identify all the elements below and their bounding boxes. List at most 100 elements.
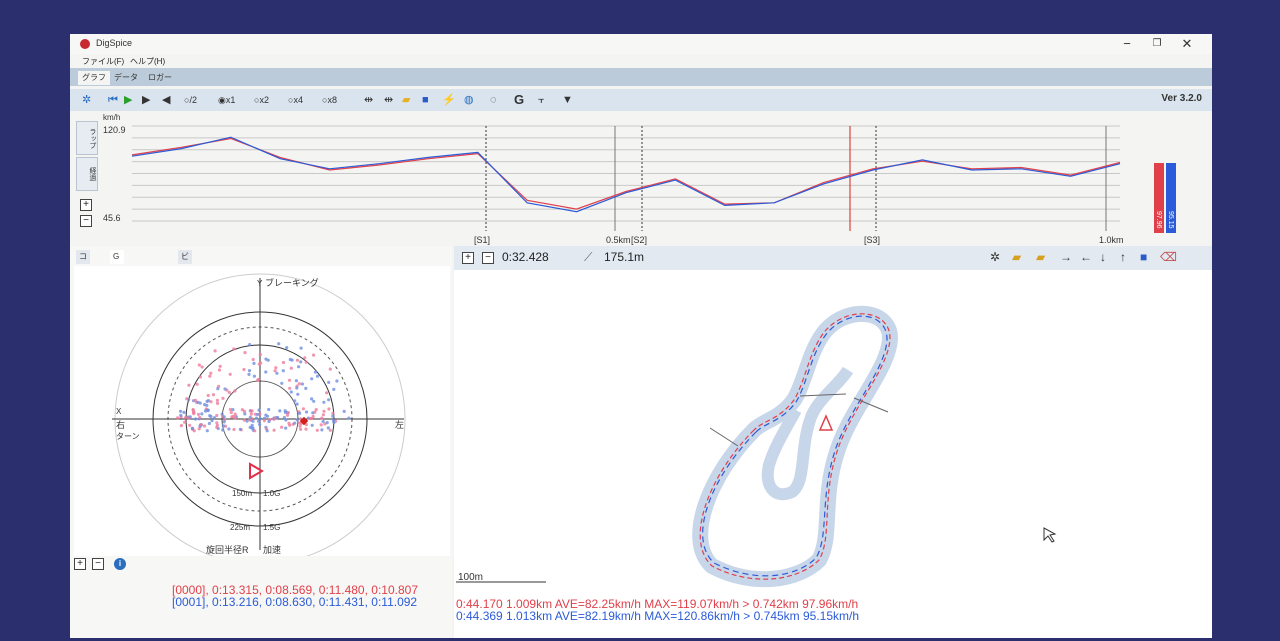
- g-button[interactable]: G: [514, 92, 524, 108]
- g-sample-dot: [327, 398, 331, 402]
- g-sample-dot: [289, 390, 293, 394]
- tab-course[interactable]: コース: [76, 250, 90, 289]
- g-sample-dot: [281, 360, 286, 365]
- g-sample-dot: [321, 413, 325, 417]
- g-sample-dot: [282, 416, 286, 420]
- map-toolbar: + − 0:32.428 ⟋ 175.1m ✲ ▰ ▰ → ← ↓ ↑ ■ ⌫: [454, 246, 1212, 270]
- speed-option-half[interactable]: ○/2: [184, 92, 197, 108]
- g-sample-dot: [299, 346, 303, 350]
- g-sample-dot: [284, 426, 288, 430]
- g-sample-dot: [298, 421, 302, 425]
- track-map[interactable]: 100m: [454, 270, 1212, 638]
- y-max-label: 120.9: [103, 125, 126, 135]
- folder-icon[interactable]: ▰: [1036, 250, 1045, 264]
- globe-icon[interactable]: ◍: [464, 92, 474, 108]
- tab-g-radius[interactable]: G / 旋回半径: [110, 250, 124, 331]
- menu-help[interactable]: ヘルプ(H): [130, 56, 165, 67]
- g-sample-dot: [276, 415, 280, 420]
- g-sample-dot: [299, 427, 303, 431]
- arrow-right-icon[interactable]: →: [1060, 250, 1072, 264]
- g-sample-dot: [332, 387, 336, 391]
- minimize-button[interactable]: −: [1112, 36, 1142, 52]
- g-sample-dot: [283, 410, 287, 414]
- g-sample-dot: [238, 427, 242, 431]
- step-forward-icon[interactable]: ▶: [142, 92, 150, 108]
- g-sample-dot: [293, 399, 297, 403]
- play-icon[interactable]: ▶: [124, 92, 132, 108]
- g-sample-dot: [222, 420, 226, 424]
- info-icon[interactable]: i: [114, 558, 126, 570]
- g-sample-dot: [232, 427, 236, 432]
- tab-video[interactable]: ビデオ: [178, 250, 192, 289]
- ruler-icon[interactable]: ⟋: [584, 250, 592, 265]
- g-sample-dot: [262, 419, 266, 423]
- save-icon[interactable]: ■: [422, 92, 429, 108]
- g-sample-dot: [293, 421, 297, 425]
- legend-blue-value: 95.15: [1167, 211, 1174, 229]
- lap-time: 0:32.428: [502, 250, 549, 264]
- g-sample-dot: [258, 417, 262, 421]
- step-back-icon[interactable]: ◀: [162, 92, 170, 108]
- g-sample-dot: [215, 398, 219, 402]
- g-sample-dot: [304, 427, 308, 431]
- g-sample-dot: [179, 424, 183, 428]
- tab-data[interactable]: データ: [110, 71, 142, 85]
- ring1-radius: 150m: [232, 489, 252, 498]
- maximize-button[interactable]: ❐: [1142, 36, 1172, 52]
- app-window: DigSpice − ❐ ✕ ファイル(F) ヘルプ(H) グラフ データ ロガ…: [70, 34, 1212, 638]
- sector-times-blue: [0001], 0:13.216, 0:08.630, 0:11.431, 0:…: [172, 595, 418, 609]
- g-circle-plot[interactable]: Y ブレーキング X 右 ターン 左 150m 1.0G 225m 1.5G 旋…: [74, 266, 450, 565]
- open-folder-icon[interactable]: ▰: [402, 92, 410, 108]
- g-zoom-out-icon[interactable]: −: [92, 558, 104, 570]
- g-sample-dot: [197, 363, 201, 367]
- g-sample-dot: [297, 382, 301, 386]
- marker-right-icon[interactable]: ⇹: [384, 92, 393, 108]
- g-sample-dot: [331, 414, 335, 418]
- close-button[interactable]: ✕: [1172, 36, 1202, 52]
- settings-icon[interactable]: ✲: [82, 92, 91, 108]
- g-sample-dot: [257, 408, 261, 412]
- sparkle-icon[interactable]: ✲: [990, 250, 1000, 264]
- g-sample-dot: [320, 428, 324, 432]
- arrow-left-icon[interactable]: ←: [1080, 250, 1092, 264]
- tab-logger[interactable]: ロガー: [144, 71, 176, 85]
- save-icon[interactable]: ■: [1140, 250, 1147, 264]
- g-sample-dot: [205, 429, 209, 433]
- speed-option-x8[interactable]: ○x8: [322, 92, 337, 108]
- marker-left-icon[interactable]: ⇹: [364, 92, 373, 108]
- g-sample-dot: [298, 424, 302, 428]
- g-sample-dot: [280, 425, 284, 429]
- menu-file[interactable]: ファイル(F): [82, 56, 124, 67]
- map-zoom-out-icon[interactable]: −: [482, 252, 494, 264]
- speed-option-x4[interactable]: ○x4: [288, 92, 303, 108]
- acceleration-label: 加速: [263, 545, 281, 555]
- g-zoom-in-icon[interactable]: +: [74, 558, 86, 570]
- g-sample-dot: [243, 351, 247, 355]
- speed-option-x2[interactable]: ○x2: [254, 92, 269, 108]
- g-sample-dot: [265, 429, 269, 433]
- lightning-icon[interactable]: ⚡: [442, 92, 456, 108]
- g-sample-dot: [280, 381, 284, 385]
- track-outline: [692, 305, 899, 588]
- map-zoom-in-icon[interactable]: +: [462, 252, 474, 264]
- cursor-text-icon[interactable]: ⫟: [538, 92, 545, 108]
- arrow-down-icon[interactable]: ↓: [1100, 250, 1106, 264]
- ring1-g: 1.0G: [263, 489, 280, 498]
- g-sample-dot: [215, 413, 219, 418]
- g-sample-dot: [252, 361, 256, 365]
- eraser-icon[interactable]: ⌫: [1160, 250, 1177, 264]
- rewind-icon[interactable]: ⏮: [108, 92, 118, 108]
- scale-label: 100m: [458, 572, 483, 583]
- g-sample-dot: [310, 377, 314, 381]
- arrow-up-icon[interactable]: ↑: [1120, 250, 1126, 264]
- g-sample-dot: [327, 380, 331, 384]
- folder-search-icon[interactable]: ▰: [1012, 250, 1021, 264]
- map-panel: + − 0:32.428 ⟋ 175.1m ✲ ▰ ▰ → ← ↓ ↑ ■ ⌫: [454, 246, 1212, 638]
- circle-settings-icon[interactable]: ◌: [490, 92, 497, 108]
- speed-option-x1[interactable]: ◉x1: [218, 92, 235, 108]
- speed-chart[interactable]: km/h 120.9 45.6 [S1] 0.5km [S2] [S3] 1.0…: [70, 113, 1212, 248]
- g-sample-dot: [347, 416, 351, 420]
- dropdown-arrow-icon[interactable]: ▼: [562, 92, 573, 108]
- g-sample-dot: [183, 420, 187, 424]
- tab-graph[interactable]: グラフ: [78, 71, 110, 85]
